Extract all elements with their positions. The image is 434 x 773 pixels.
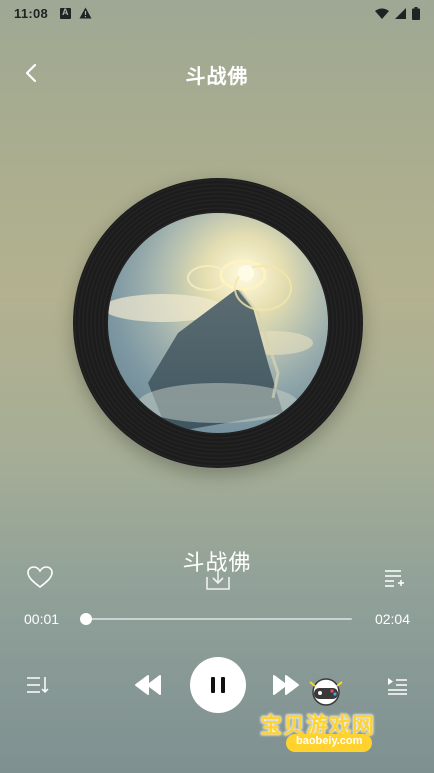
signal-icon <box>395 7 406 19</box>
sort-list-icon <box>27 677 49 694</box>
progress-row: 00:01 02:04 <box>0 606 434 632</box>
header: 斗战佛 <box>0 52 434 94</box>
status-bar: 11:08 <box>0 0 434 26</box>
page-title: 斗战佛 <box>185 66 249 88</box>
previous-button[interactable] <box>132 670 164 700</box>
like-button[interactable] <box>24 562 56 592</box>
cover-artwork <box>108 213 328 433</box>
progress-thumb[interactable] <box>80 613 93 625</box>
notification-a-icon <box>60 7 72 19</box>
pause-button[interactable] <box>190 657 246 713</box>
status-time: 11:08 <box>14 5 49 21</box>
download-icon <box>206 570 230 590</box>
play-mode-button[interactable] <box>24 672 50 698</box>
watermark-url: baobeiy.com <box>286 734 373 752</box>
progress-track[interactable] <box>80 613 352 625</box>
rewind-icon <box>135 675 161 695</box>
download-button[interactable] <box>203 565 233 593</box>
battery-icon <box>412 6 420 20</box>
playlist-add-icon <box>385 570 404 587</box>
heart-icon <box>27 566 53 589</box>
album-cover <box>108 213 328 433</box>
vinyl-record <box>73 178 363 468</box>
total-time: 02:04 <box>374 611 410 627</box>
action-row <box>0 562 434 592</box>
wifi-icon <box>375 8 389 19</box>
watermark: 宝贝游戏网 baobeiy.com <box>256 672 406 762</box>
album-disc[interactable] <box>73 178 363 468</box>
warning-icon <box>79 7 92 19</box>
pause-icon <box>211 677 225 693</box>
add-to-playlist-button[interactable] <box>380 564 408 592</box>
gamepad-mascot-icon <box>309 678 343 706</box>
current-time: 00:01 <box>24 611 60 627</box>
